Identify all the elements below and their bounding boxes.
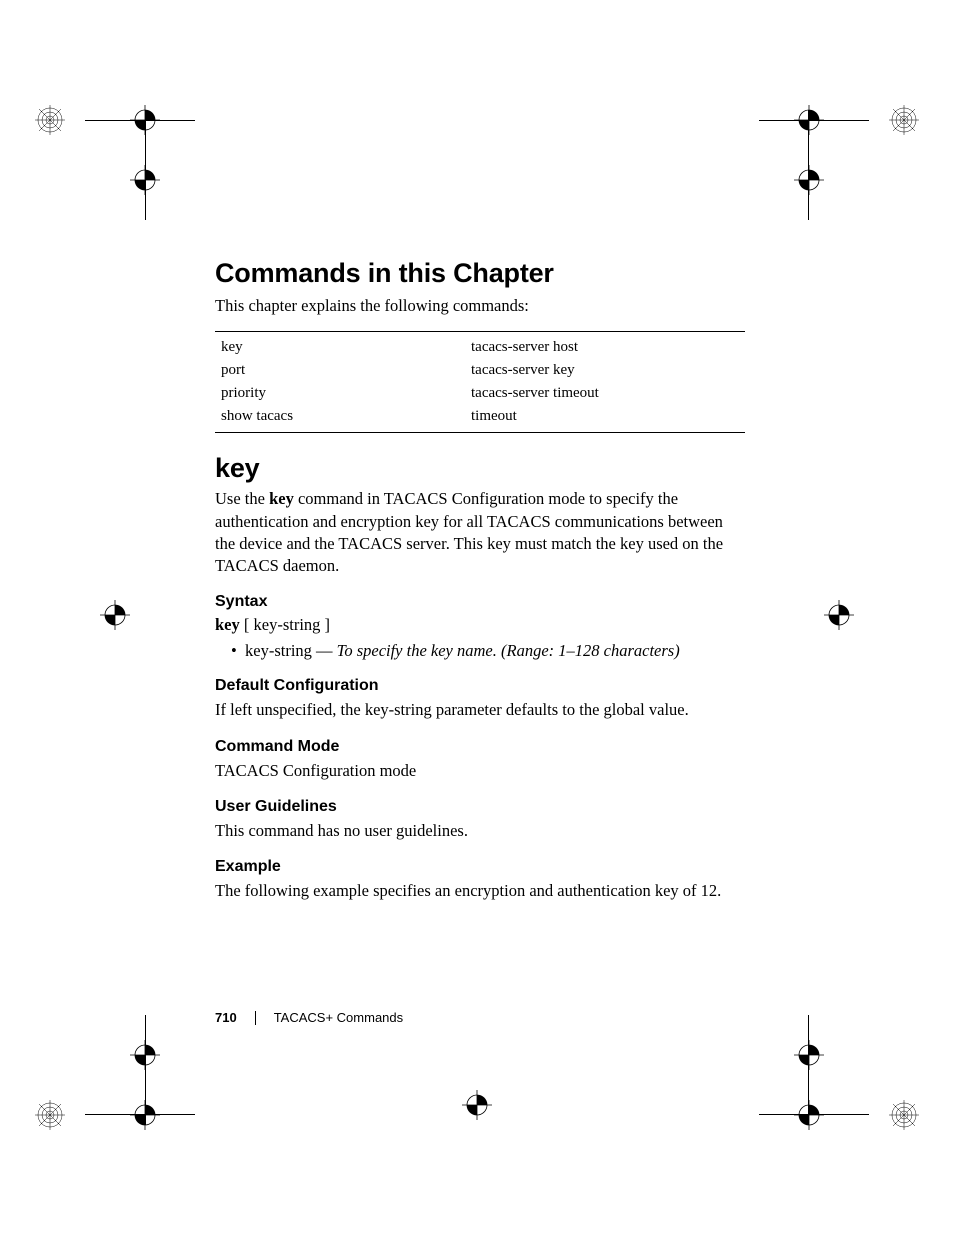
- page-number: 710: [215, 1010, 237, 1025]
- table-cell: tacacs-server timeout: [471, 385, 739, 402]
- table-cell: tacacs-server host: [471, 339, 739, 356]
- heading-user-guidelines: User Guidelines: [215, 798, 745, 816]
- example-body: The following example specifies an encry…: [215, 880, 745, 902]
- commands-table: key tacacs-server host port tacacs-serve…: [215, 331, 745, 433]
- user-guidelines-body: This command has no user guidelines.: [215, 820, 745, 842]
- registration-mark-icon: [794, 1100, 824, 1130]
- table-row: port tacacs-server key: [215, 359, 745, 382]
- key-description: Use the key command in TACACS Configurat…: [215, 488, 745, 577]
- heading-commands-in-chapter: Commands in this Chapter: [215, 258, 745, 289]
- crop-mark-bottom-left: [55, 1015, 195, 1155]
- radial-mark-icon: [35, 1100, 65, 1130]
- heading-example: Example: [215, 858, 745, 876]
- command-mode-body: TACACS Configuration mode: [215, 760, 745, 782]
- heading-command-mode: Command Mode: [215, 738, 745, 756]
- registration-mark-icon: [794, 1040, 824, 1070]
- table-cell: priority: [221, 385, 471, 402]
- table-row: show tacacs timeout: [215, 405, 745, 428]
- radial-mark-icon: [889, 105, 919, 135]
- page-root: Commands in this Chapter This chapter ex…: [0, 0, 954, 1235]
- crop-mark-bottom-right: [759, 1015, 899, 1155]
- page-content: Commands in this Chapter This chapter ex…: [215, 258, 745, 912]
- table-cell: tacacs-server key: [471, 362, 739, 379]
- syntax-bullet: •key-string — To specify the key name. (…: [215, 641, 745, 661]
- registration-mark-icon: [130, 165, 160, 195]
- heading-default-config: Default Configuration: [215, 677, 745, 695]
- registration-mark-icon: [130, 1100, 160, 1130]
- registration-mark-icon: [794, 165, 824, 195]
- intro-text: This chapter explains the following comm…: [215, 295, 745, 317]
- crop-mark-top-right: [759, 80, 899, 220]
- radial-mark-icon: [889, 1100, 919, 1130]
- footer-divider: [255, 1011, 256, 1025]
- registration-mark-icon: [462, 1090, 492, 1120]
- syntax-line: key [ key-string ]: [215, 615, 745, 635]
- registration-mark-icon: [130, 105, 160, 135]
- table-cell: show tacacs: [221, 408, 471, 425]
- default-config-body: If left unspecified, the key-string para…: [215, 699, 745, 721]
- registration-mark-icon: [824, 600, 854, 630]
- page-footer: 710 TACACS+ Commands: [215, 1010, 403, 1025]
- footer-section-title: TACACS+ Commands: [274, 1010, 403, 1025]
- registration-mark-icon: [100, 600, 130, 630]
- crop-mark-top-left: [55, 80, 195, 220]
- heading-key: key: [215, 453, 745, 484]
- registration-mark-icon: [794, 105, 824, 135]
- radial-mark-icon: [35, 105, 65, 135]
- table-cell: port: [221, 362, 471, 379]
- heading-syntax: Syntax: [215, 593, 745, 611]
- table-row: priority tacacs-server timeout: [215, 382, 745, 405]
- table-cell: key: [221, 339, 471, 356]
- registration-mark-icon: [130, 1040, 160, 1070]
- table-row: key tacacs-server host: [215, 336, 745, 359]
- table-cell: timeout: [471, 408, 739, 425]
